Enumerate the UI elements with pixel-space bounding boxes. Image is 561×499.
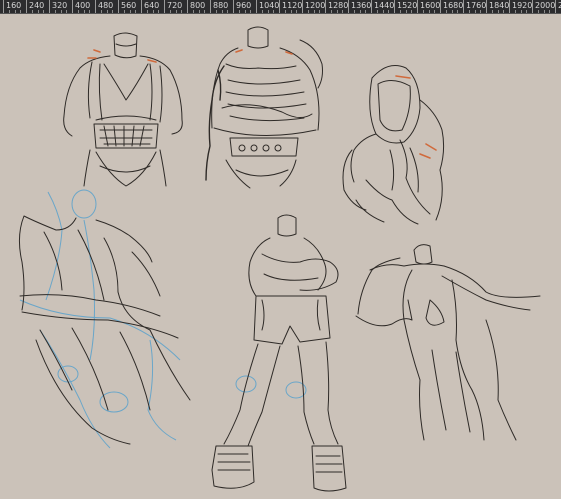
- ruler-minor-tick: [146, 10, 148, 13]
- ruler-minor-tick: [537, 10, 539, 13]
- accent-marks-2: [235, 49, 293, 55]
- sketch-standing-figure: [211, 214, 347, 492]
- ruler-label: 560: [118, 0, 136, 13]
- ruler-minor-tick: [261, 10, 263, 13]
- ruler-minor-tick: [365, 10, 367, 13]
- ruler-minor-tick: [422, 10, 424, 13]
- ruler-minor-tick: [445, 10, 447, 13]
- ruler-minor-tick: [135, 10, 137, 13]
- ruler-minor-tick: [77, 10, 79, 13]
- ruler-minor-tick: [503, 10, 505, 13]
- ruler-minor-tick: [89, 10, 91, 13]
- ruler-label: 880: [210, 0, 228, 13]
- ruler-minor-tick: [192, 10, 194, 13]
- ruler-minor-tick: [20, 10, 22, 13]
- ruler-minor-tick: [353, 10, 355, 13]
- ruler-label: 800: [187, 0, 205, 13]
- sketch-cropped-blouse: [63, 32, 183, 187]
- ruler-minor-tick: [267, 10, 269, 13]
- ruler-minor-tick: [112, 10, 114, 13]
- ruler-label: 960: [233, 0, 251, 13]
- ruler-minor-tick: [497, 10, 499, 13]
- ruler-label: 240: [26, 0, 44, 13]
- ruler-minor-tick: [31, 10, 33, 13]
- sketch-chain-jacket: [211, 26, 323, 189]
- ruler-minor-tick: [526, 10, 528, 13]
- ruler-minor-tick: [376, 10, 378, 13]
- ruler-minor-tick: [491, 10, 493, 13]
- drawing-canvas[interactable]: [0, 14, 561, 499]
- ruler-minor-tick: [244, 10, 246, 13]
- sketch-artwork: [18, 26, 541, 492]
- accent-marks-3: [395, 75, 437, 159]
- sketch-caped-figure: [355, 244, 541, 441]
- ruler-minor-tick: [330, 10, 332, 13]
- ruler-minor-tick: [238, 10, 240, 13]
- ruler-label: 160: [3, 0, 21, 13]
- ruler-minor-tick: [284, 10, 286, 13]
- ruler-minor-tick: [100, 10, 102, 13]
- ruler-minor-tick: [290, 10, 292, 13]
- ruler-minor-tick: [296, 10, 298, 13]
- ruler-minor-tick: [428, 10, 430, 13]
- ruler-minor-tick: [204, 10, 206, 13]
- ruler-minor-tick: [181, 10, 183, 13]
- ruler-minor-tick: [273, 10, 275, 13]
- ruler-minor-tick: [405, 10, 407, 13]
- ruler-minor-tick: [520, 10, 522, 13]
- ruler-label: 720: [164, 0, 182, 13]
- ruler-minor-tick: [14, 10, 16, 13]
- ruler-minor-tick: [451, 10, 453, 13]
- ruler-minor-tick: [37, 10, 39, 13]
- ruler-minor-tick: [43, 10, 45, 13]
- ruler-minor-tick: [359, 10, 361, 13]
- ruler-minor-tick: [215, 10, 217, 13]
- ruler-minor-tick: [411, 10, 413, 13]
- ruler-minor-tick: [8, 10, 10, 13]
- ruler-minor-tick: [169, 10, 171, 13]
- accent-marks-1: [87, 49, 157, 63]
- ruler-minor-tick: [54, 10, 56, 13]
- ruler-minor-tick: [250, 10, 252, 13]
- ruler-minor-tick: [175, 10, 177, 13]
- ruler-minor-tick: [514, 10, 516, 13]
- ruler-minor-tick: [158, 10, 160, 13]
- construction-lines-left: [19, 189, 181, 449]
- ruler-minor-tick: [83, 10, 85, 13]
- chain-accessory: [205, 65, 225, 181]
- ruler-label: 480: [95, 0, 113, 13]
- ruler-minor-tick: [382, 10, 384, 13]
- ruler-minor-tick: [60, 10, 62, 13]
- horizontal-ruler[interactable]: 160 240 320 400 480 560 640 720 800 880 …: [0, 0, 561, 14]
- ruler-minor-tick: [66, 10, 68, 13]
- ruler-minor-tick: [106, 10, 108, 13]
- ruler-minor-tick: [198, 10, 200, 13]
- ruler-label: 320: [49, 0, 67, 13]
- ruler-minor-tick: [474, 10, 476, 13]
- ruler-minor-tick: [129, 10, 131, 13]
- ruler-minor-tick: [123, 10, 125, 13]
- ruler-minor-tick: [468, 10, 470, 13]
- ruler-minor-tick: [313, 10, 315, 13]
- ruler-minor-tick: [307, 10, 309, 13]
- ruler-minor-tick: [152, 10, 154, 13]
- ruler-minor-tick: [434, 10, 436, 13]
- ruler-minor-tick: [399, 10, 401, 13]
- ruler-minor-tick: [549, 10, 551, 13]
- ruler-minor-tick: [388, 10, 390, 13]
- ruler-minor-tick: [336, 10, 338, 13]
- ruler-minor-tick: [227, 10, 229, 13]
- drawing-app: 160 240 320 400 480 560 640 720 800 880 …: [0, 0, 561, 499]
- ruler-label: 400: [72, 0, 90, 13]
- ruler-minor-tick: [221, 10, 223, 13]
- ruler-minor-tick: [319, 10, 321, 13]
- ruler-label: 640: [141, 0, 159, 13]
- ruler-minor-tick: [543, 10, 545, 13]
- ruler-minor-tick: [480, 10, 482, 13]
- ruler-minor-tick: [457, 10, 459, 13]
- ruler-minor-tick: [342, 10, 344, 13]
